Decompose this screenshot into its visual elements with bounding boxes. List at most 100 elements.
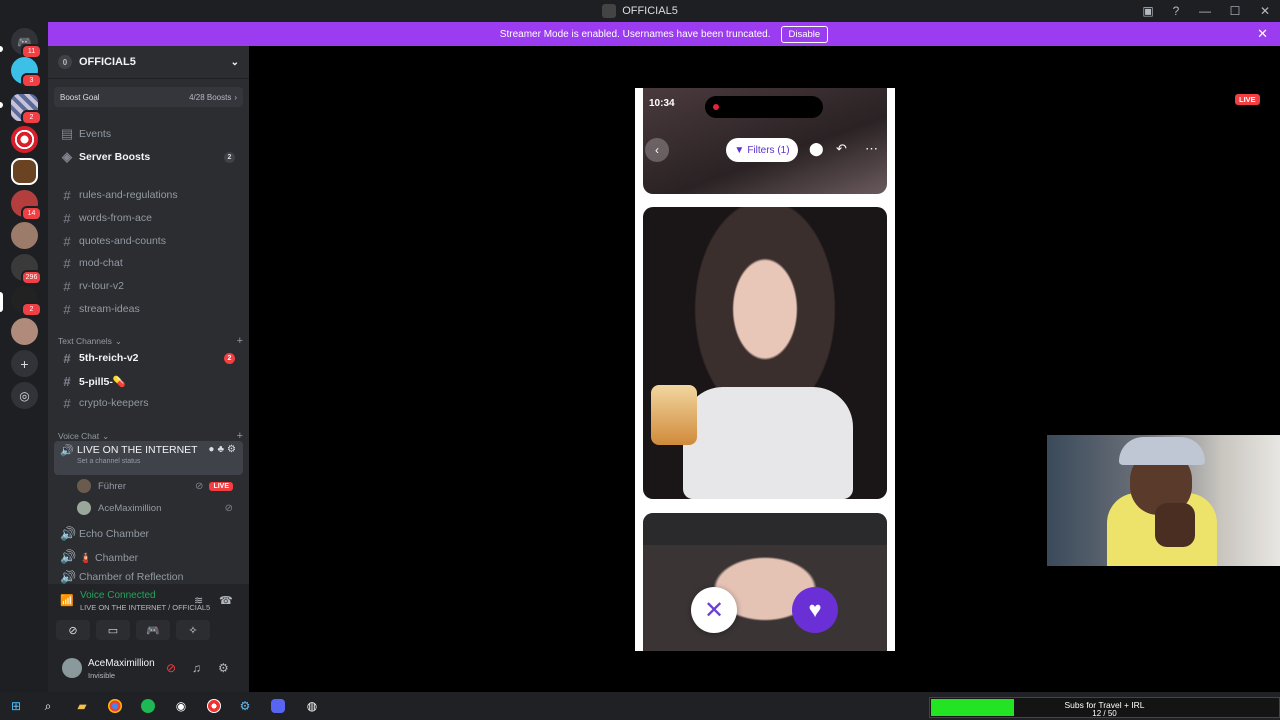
heart-icon: ♥ bbox=[808, 597, 822, 622]
text-channels-category[interactable]: Text Channels ⌄ + bbox=[58, 335, 243, 347]
boost-icon: ◈ bbox=[62, 149, 72, 164]
location-pin-icon[interactable]: ⬤ bbox=[809, 141, 824, 157]
active-voice-channel[interactable]: 🔊 LIVE ON THE INTERNET Set a channel sta… bbox=[54, 441, 243, 475]
more-icon[interactable]: ⋯ bbox=[865, 141, 878, 157]
voice-connected-subtitle[interactable]: LIVE ON THE INTERNET / OFFICIAL5 bbox=[80, 603, 210, 612]
soundboard-button[interactable]: ✧ bbox=[176, 620, 210, 640]
filters-button[interactable]: ▼ Filters (1) bbox=[726, 138, 798, 162]
live-badge: LIVE bbox=[1235, 94, 1260, 105]
settings-icon[interactable]: ⚙ bbox=[218, 661, 229, 675]
voice-channel-item[interactable]: 🔊 Chamber of Reflection bbox=[54, 570, 243, 584]
pass-button[interactable]: ✕ bbox=[691, 587, 737, 633]
headphones-icon[interactable]: ♫ bbox=[192, 661, 201, 675]
server-icon-button[interactable] bbox=[11, 318, 38, 345]
chrome-icon[interactable] bbox=[108, 699, 122, 713]
speaker-icon: 🔊 bbox=[60, 526, 77, 541]
activity-button[interactable]: 🎮 bbox=[136, 620, 170, 640]
app-icon[interactable]: ◍ bbox=[305, 699, 319, 713]
channel-item[interactable]: # stream-ideas bbox=[54, 299, 243, 319]
filters-label: Filters (1) bbox=[747, 144, 790, 156]
spotify-icon[interactable] bbox=[141, 699, 155, 713]
voice-channel-name: Chamber of Reflection bbox=[79, 571, 184, 583]
file-explorer-icon[interactable]: ▰ bbox=[75, 699, 89, 713]
channel-actions: ●♣⚙ bbox=[208, 444, 239, 455]
window-title: OFFICIAL5 bbox=[602, 4, 678, 18]
hash-icon: # bbox=[63, 373, 71, 389]
add-server-icon[interactable]: + bbox=[11, 350, 38, 377]
voice-channel-name: 🧯 Chamber bbox=[79, 551, 139, 564]
channel-item[interactable]: # rules-and-regulations bbox=[54, 185, 243, 205]
server-icon-button[interactable]: 3 bbox=[11, 57, 42, 88]
voice-user[interactable]: Führer ⊘ LIVE bbox=[77, 476, 243, 496]
channel-item[interactable]: #5-pill5-💊 bbox=[54, 371, 243, 391]
home-button[interactable]: 🎮 11 bbox=[11, 28, 42, 59]
voice-channel-item[interactable]: 🔊 🧯 Chamber bbox=[54, 547, 243, 567]
server-header[interactable]: 0 OFFICIAL5 ⌄ bbox=[48, 46, 249, 79]
channel-item[interactable]: # rv-tour-v2 bbox=[54, 276, 243, 296]
hash-icon: # bbox=[63, 210, 71, 226]
hash-icon: # bbox=[63, 278, 71, 294]
unread-badge: 2 bbox=[21, 302, 42, 317]
channel-item[interactable]: # quotes-and-counts bbox=[54, 231, 243, 251]
phone-time: 10:34 bbox=[649, 98, 675, 109]
chevron-down-icon: ⌄ bbox=[114, 335, 122, 346]
settings-icon[interactable]: ⚙ bbox=[227, 444, 239, 455]
server-icon-button[interactable]: 2 bbox=[11, 286, 42, 317]
chevron-right-icon: › bbox=[234, 92, 237, 102]
undo-icon[interactable]: ↶ bbox=[836, 141, 847, 157]
channel-item[interactable]: # mod-chat bbox=[54, 253, 243, 273]
disable-button[interactable]: Disable bbox=[780, 25, 829, 43]
signal-icon[interactable]: 📶 bbox=[60, 594, 74, 607]
voice-user-name: AceMaximillion bbox=[98, 502, 162, 514]
boost-level-icon: 0 bbox=[58, 55, 72, 69]
hash-icon: # bbox=[63, 187, 71, 203]
subs-goal-progress: 12 / 50 bbox=[1092, 709, 1117, 718]
hash-icon: # bbox=[63, 301, 71, 317]
help-icon[interactable]: ? bbox=[1162, 4, 1190, 18]
search-icon[interactable]: ⌕ bbox=[41, 699, 55, 713]
channel-item[interactable]: # words-from-ace bbox=[54, 208, 243, 228]
explore-icon[interactable]: ◎ bbox=[11, 382, 38, 409]
voice-user[interactable]: AceMaximillion ⊘ bbox=[77, 498, 243, 518]
obs-icon[interactable]: ◉ bbox=[174, 699, 188, 713]
voice-connected-title[interactable]: Voice Connected bbox=[80, 590, 156, 601]
maximize-button[interactable]: ☐ bbox=[1220, 4, 1250, 18]
voice-channel-item[interactable]: 🔊 Echo Chamber bbox=[54, 524, 243, 544]
minimize-button[interactable]: — bbox=[1190, 4, 1220, 18]
boost-goal-bar[interactable]: Boost Goal 4/28 Boosts › bbox=[54, 87, 243, 107]
server-icon-button[interactable] bbox=[11, 158, 38, 185]
invite-icon[interactable]: ♣ bbox=[217, 444, 227, 455]
channel-item[interactable]: # crypto-keepers bbox=[54, 393, 243, 413]
discord-icon[interactable] bbox=[271, 699, 285, 713]
server-icon-button[interactable]: 14 bbox=[11, 190, 42, 221]
screen-share-button[interactable]: ▭ bbox=[96, 620, 130, 640]
window-titlebar: OFFICIAL5 ▣ ? — ☐ ✕ bbox=[0, 0, 1280, 22]
channel-item[interactable]: #5th-reich-v2 2 bbox=[54, 348, 243, 368]
server-icon-button[interactable]: 296 bbox=[11, 254, 42, 285]
close-window-button[interactable]: ✕ bbox=[1250, 4, 1280, 18]
server-icon-button[interactable] bbox=[11, 126, 38, 153]
user-name[interactable]: AceMaximillion bbox=[88, 658, 155, 669]
server-icon-button[interactable] bbox=[11, 222, 38, 249]
noise-suppression-icon[interactable]: ≋ bbox=[194, 594, 203, 607]
channel-status[interactable]: Set a channel status bbox=[77, 458, 140, 465]
steam-icon[interactable]: ⚙ bbox=[238, 699, 252, 713]
start-icon[interactable]: ⊞ bbox=[9, 699, 23, 713]
add-channel-icon[interactable]: + bbox=[237, 335, 243, 347]
pokeball-icon[interactable] bbox=[207, 699, 221, 713]
back-icon[interactable]: ‹ bbox=[645, 138, 669, 162]
mic-muted-icon[interactable]: ⊘ bbox=[166, 661, 176, 675]
camera-off-button[interactable]: ⊘ bbox=[56, 620, 90, 640]
like-button[interactable]: ♥ bbox=[792, 587, 838, 633]
server-boosts-item[interactable]: ◈ Server Boosts 2 bbox=[54, 147, 243, 167]
calendar-icon: ▤ bbox=[60, 126, 74, 141]
user-avatar[interactable] bbox=[62, 658, 82, 678]
events-item[interactable]: ▤ Events bbox=[54, 124, 243, 144]
profile-photo bbox=[643, 207, 887, 499]
banner-close-icon[interactable]: ✕ bbox=[1257, 26, 1268, 42]
server-icon-button[interactable]: 2 bbox=[11, 94, 42, 125]
inbox-icon[interactable]: ▣ bbox=[1134, 4, 1162, 18]
disconnect-icon[interactable]: ☎ bbox=[219, 594, 233, 607]
filter-icon: ▼ bbox=[734, 144, 745, 156]
voice-connected-panel: 📶 Voice Connected LIVE ON THE INTERNET /… bbox=[48, 584, 249, 648]
